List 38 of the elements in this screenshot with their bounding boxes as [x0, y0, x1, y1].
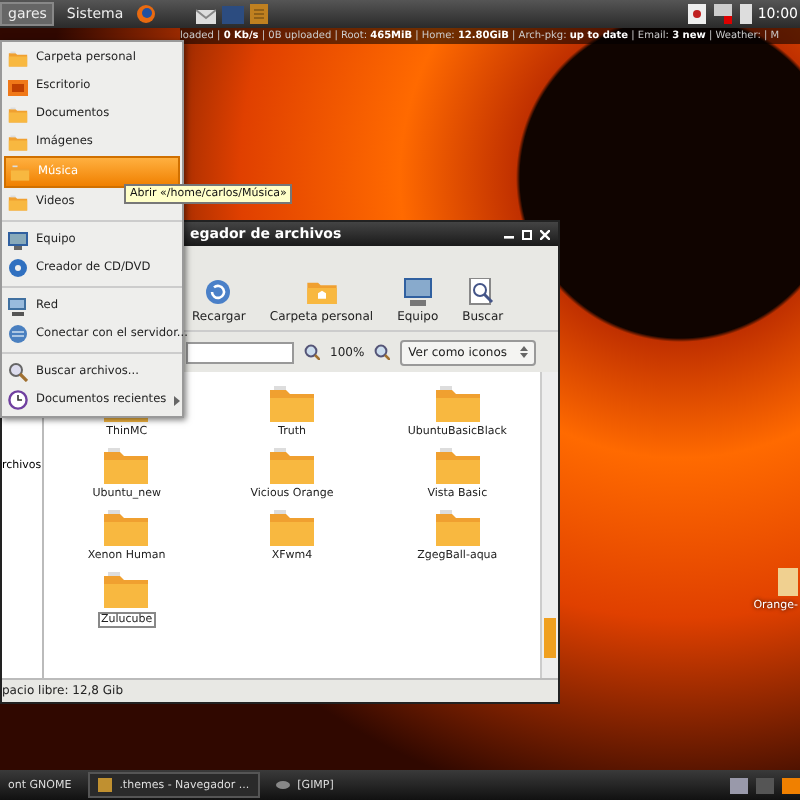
mail-icon[interactable] — [195, 4, 216, 24]
folder-icon — [433, 508, 482, 548]
folder-icon — [102, 446, 151, 486]
updown-arrows-icon — [519, 345, 527, 357]
folder-icon — [8, 133, 28, 151]
folder-icon — [8, 105, 28, 123]
disc-icon — [8, 258, 28, 278]
network-icon[interactable] — [711, 4, 734, 24]
folder-icon — [267, 508, 316, 548]
search-icon — [8, 362, 28, 382]
clock-icon — [8, 390, 28, 410]
computer-icon — [401, 277, 434, 305]
close-icon[interactable] — [540, 229, 550, 239]
zoom-in-icon[interactable] — [374, 344, 391, 360]
folder-icon — [8, 193, 28, 211]
globe-icon — [8, 324, 28, 344]
reload-icon — [204, 277, 233, 305]
browser-icon[interactable] — [135, 4, 156, 24]
scrollbar[interactable] — [540, 372, 558, 678]
folder-icon — [10, 163, 30, 181]
location-field[interactable] — [186, 341, 294, 363]
folder-icon — [267, 384, 316, 424]
folder-icon — [102, 508, 151, 548]
desktop-folder-icon — [8, 77, 28, 95]
folder-icon — [433, 446, 482, 486]
network-icon — [8, 297, 28, 315]
folder-icon — [97, 778, 112, 792]
folder-icon — [102, 570, 151, 610]
notepad-icon[interactable] — [249, 4, 268, 24]
zoom-out-icon[interactable] — [304, 344, 320, 360]
folder-icon — [433, 384, 482, 424]
computer-icon — [8, 231, 28, 249]
folder-icon — [8, 49, 28, 67]
maximize-icon[interactable] — [522, 229, 532, 239]
home-folder-icon — [305, 277, 338, 305]
eye-icon — [275, 780, 290, 790]
folder-icon — [267, 446, 316, 486]
search-icon — [468, 277, 497, 305]
